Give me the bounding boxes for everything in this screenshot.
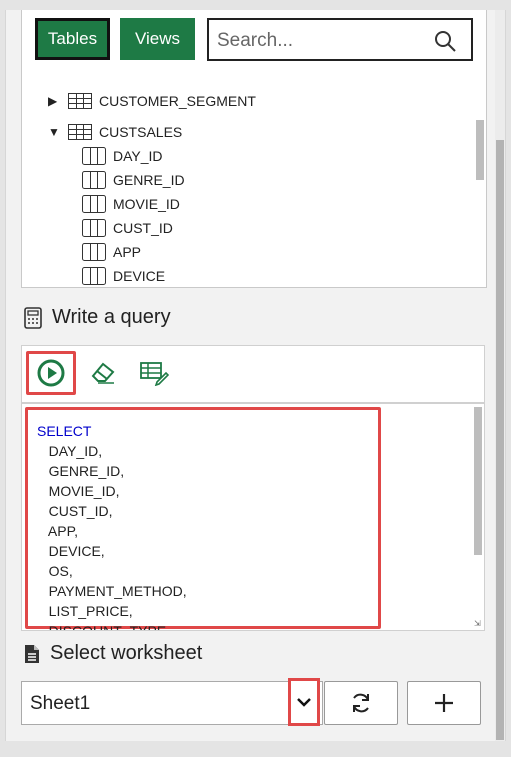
panel-scrollbar[interactable] bbox=[495, 10, 505, 741]
column-item[interactable]: GENRE_ID bbox=[82, 171, 185, 189]
table-edit-icon[interactable] bbox=[139, 360, 170, 391]
column-label: DEVICE bbox=[113, 268, 166, 284]
sql-code[interactable]: SELECT DAY_ID, GENRE_ID, MOVIE_ID, CUST_… bbox=[37, 421, 187, 631]
worksheet-select-value: Sheet1 bbox=[30, 693, 91, 714]
code-line: CUST_ID, bbox=[48, 503, 113, 519]
chevron-down-icon bbox=[297, 698, 311, 707]
editor-scrollbar[interactable] bbox=[474, 407, 482, 555]
tree-item-label: CUSTOMER_SEGMENT bbox=[99, 93, 256, 109]
column-item[interactable]: CUST_ID bbox=[82, 219, 173, 237]
column-icon bbox=[82, 171, 106, 189]
caret-down-icon[interactable]: ▼ bbox=[48, 125, 60, 139]
column-icon bbox=[82, 219, 106, 237]
code-line: PAYMENT_METHOD, bbox=[48, 583, 187, 599]
add-worksheet-button[interactable] bbox=[407, 681, 481, 725]
search-icon[interactable] bbox=[433, 29, 457, 58]
sql-editor[interactable]: SELECT DAY_ID, GENRE_ID, MOVIE_ID, CUST_… bbox=[21, 403, 485, 631]
tree-item-customer-segment[interactable]: ▶ CUSTOMER_SEGMENT bbox=[48, 93, 256, 109]
run-button[interactable] bbox=[26, 351, 76, 395]
object-browser: Tables Views ▶ CUSTOMER_SEGMENT ▼ CUSTSA… bbox=[21, 10, 487, 288]
code-line: DISCOUNT_TYPE bbox=[48, 623, 167, 631]
sidebar-panel: Tables Views ▶ CUSTOMER_SEGMENT ▼ CUSTSA… bbox=[5, 10, 506, 741]
code-line: DEVICE, bbox=[48, 543, 105, 559]
tree-scrollbar[interactable] bbox=[476, 120, 484, 180]
column-label: CUST_ID bbox=[113, 220, 173, 236]
search-box[interactable] bbox=[207, 18, 473, 61]
column-item[interactable]: APP bbox=[82, 243, 141, 261]
calculator-icon bbox=[24, 306, 42, 329]
tables-button[interactable]: Tables bbox=[35, 18, 110, 60]
column-label: GENRE_ID bbox=[113, 172, 185, 188]
worksheet-dropdown-button[interactable] bbox=[288, 678, 320, 726]
eraser-icon[interactable] bbox=[89, 360, 117, 389]
table-icon bbox=[68, 93, 92, 109]
code-line: DAY_ID, bbox=[48, 443, 103, 459]
select-worksheet-header: Select worksheet bbox=[24, 642, 202, 665]
column-icon bbox=[82, 243, 106, 261]
document-icon bbox=[25, 644, 39, 663]
query-toolbar bbox=[21, 345, 485, 403]
column-icon bbox=[82, 195, 106, 213]
column-item[interactable]: DAY_ID bbox=[82, 147, 163, 165]
write-query-header: Write a query bbox=[24, 306, 171, 329]
section-title: Select worksheet bbox=[50, 642, 203, 664]
column-icon bbox=[82, 147, 106, 165]
refresh-icon bbox=[353, 693, 369, 713]
section-title: Write a query bbox=[52, 306, 171, 328]
sql-keyword: SELECT bbox=[37, 423, 92, 439]
code-line: OS, bbox=[48, 563, 73, 579]
column-icon bbox=[82, 267, 106, 285]
column-label: APP bbox=[113, 244, 142, 260]
column-item[interactable]: DEVICE bbox=[82, 267, 165, 285]
tree-item-custsales[interactable]: ▼ CUSTSALES bbox=[48, 124, 182, 140]
run-icon bbox=[37, 359, 65, 387]
resize-handle-icon[interactable]: ⇲ bbox=[474, 620, 482, 628]
caret-right-icon[interactable]: ▶ bbox=[48, 94, 60, 108]
column-item[interactable]: MOVIE_ID bbox=[82, 195, 180, 213]
code-line: LIST_PRICE, bbox=[48, 603, 133, 619]
code-line: APP, bbox=[47, 523, 79, 539]
code-line: MOVIE_ID, bbox=[48, 483, 120, 499]
refresh-button[interactable] bbox=[324, 681, 398, 725]
table-icon bbox=[68, 124, 92, 140]
add-icon bbox=[435, 694, 453, 712]
worksheet-select[interactable]: Sheet1 bbox=[21, 681, 323, 725]
column-label: DAY_ID bbox=[113, 148, 163, 164]
search-input[interactable] bbox=[215, 29, 419, 53]
views-button[interactable]: Views bbox=[120, 18, 195, 60]
panel-scrollbar-thumb[interactable] bbox=[496, 140, 504, 740]
tree-item-label: CUSTSALES bbox=[99, 124, 183, 140]
code-line: GENRE_ID, bbox=[48, 463, 125, 479]
column-label: MOVIE_ID bbox=[113, 196, 180, 212]
